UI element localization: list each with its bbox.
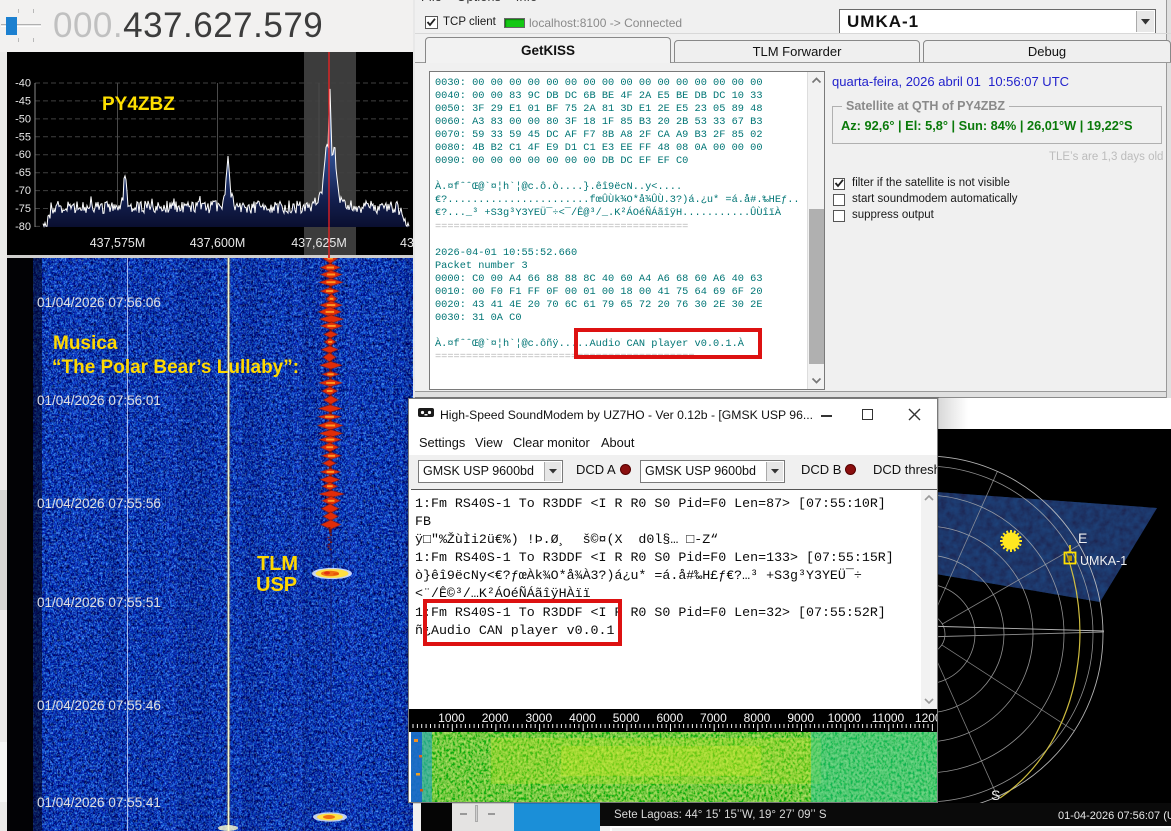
svg-text:-75: -75: [15, 203, 31, 215]
svg-text:S: S: [991, 787, 1000, 803]
svg-text:11000: 11000: [872, 711, 905, 725]
svg-text:2000: 2000: [482, 711, 509, 725]
svg-text:-60: -60: [15, 149, 31, 161]
svg-text:TLM: TLM: [257, 553, 298, 575]
svg-text:PY4ZBZ: PY4ZBZ: [102, 94, 175, 115]
svg-text:8000: 8000: [744, 711, 771, 725]
svg-text:10000: 10000: [828, 711, 862, 725]
svg-text:-80: -80: [15, 221, 31, 233]
svg-text:6000: 6000: [656, 711, 683, 725]
svg-text:01/04/2026 07:56:06: 01/04/2026 07:56:06: [37, 295, 161, 310]
svg-text:4000: 4000: [569, 711, 596, 725]
svg-text:437,600M: 437,600M: [190, 236, 246, 250]
svg-text:01/04/2026 07:55:56: 01/04/2026 07:55:56: [37, 496, 161, 511]
svg-text:-55: -55: [15, 131, 31, 143]
svg-text:-65: -65: [15, 167, 31, 179]
svg-text:01/04/2026 07:55:41: 01/04/2026 07:55:41: [37, 795, 161, 810]
svg-text:437,575M: 437,575M: [90, 236, 146, 250]
svg-text:-50: -50: [15, 113, 31, 125]
svg-text:UMKA-1: UMKA-1: [1080, 554, 1127, 568]
svg-text:“The Polar Bear’s Lullaby”:: “The Polar Bear’s Lullaby”:: [52, 357, 299, 378]
svg-text:-45: -45: [15, 95, 31, 107]
svg-text:01/04/2026 07:56:01: 01/04/2026 07:56:01: [37, 393, 161, 408]
svg-text:1000: 1000: [438, 711, 465, 725]
svg-text:E: E: [1078, 530, 1087, 546]
svg-text:Musica: Musica: [53, 333, 118, 354]
svg-text:USP: USP: [256, 574, 297, 596]
svg-text:01/04/2026 07:55:51: 01/04/2026 07:55:51: [37, 595, 161, 610]
svg-text:-70: -70: [15, 185, 31, 197]
svg-text:437,625M: 437,625M: [291, 236, 347, 250]
svg-text:9000: 9000: [787, 711, 814, 725]
svg-text:437: 437: [400, 236, 413, 250]
svg-text:7000: 7000: [700, 711, 727, 725]
svg-text:5000: 5000: [613, 711, 640, 725]
svg-text:01/04/2026 07:55:46: 01/04/2026 07:55:46: [37, 698, 161, 713]
svg-text:3000: 3000: [525, 711, 552, 725]
svg-text:12000: 12000: [915, 711, 937, 725]
svg-text:-40: -40: [15, 78, 31, 90]
